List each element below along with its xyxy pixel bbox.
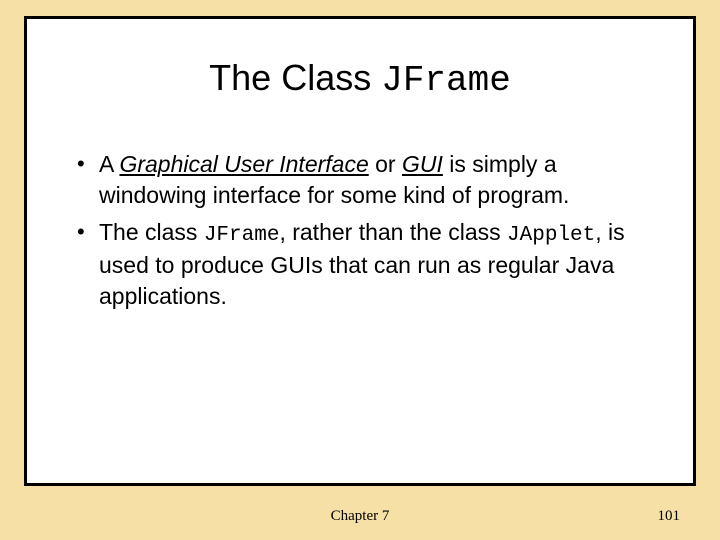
bullet-list: A Graphical User Interface or GUI is sim…: [73, 149, 647, 313]
b1-pre: A: [99, 151, 119, 177]
b1-gui-term: Graphical User Interface: [119, 151, 368, 177]
slide-title: The Class JFrame: [27, 57, 693, 101]
slide-body: A Graphical User Interface or GUI is sim…: [73, 149, 647, 313]
title-code: JFrame: [381, 60, 511, 101]
b2-code2: JApplet: [507, 224, 595, 247]
b2-code1: JFrame: [204, 224, 280, 247]
b2-pre: The class: [99, 219, 204, 245]
title-prefix: The Class: [209, 57, 381, 98]
b2-mid1: , rather than the class: [279, 219, 507, 245]
slide-frame: The Class JFrame A Graphical User Interf…: [24, 16, 696, 486]
footer-page-number: 101: [658, 508, 681, 525]
bullet-2: The class JFrame, rather than the class …: [73, 217, 647, 312]
bullet-1: A Graphical User Interface or GUI is sim…: [73, 149, 647, 211]
b1-gui-abbr: GUI: [402, 151, 443, 177]
b1-mid: or: [369, 151, 402, 177]
slide-footer: Chapter 7 101: [0, 508, 720, 528]
footer-chapter: Chapter 7: [0, 508, 720, 525]
